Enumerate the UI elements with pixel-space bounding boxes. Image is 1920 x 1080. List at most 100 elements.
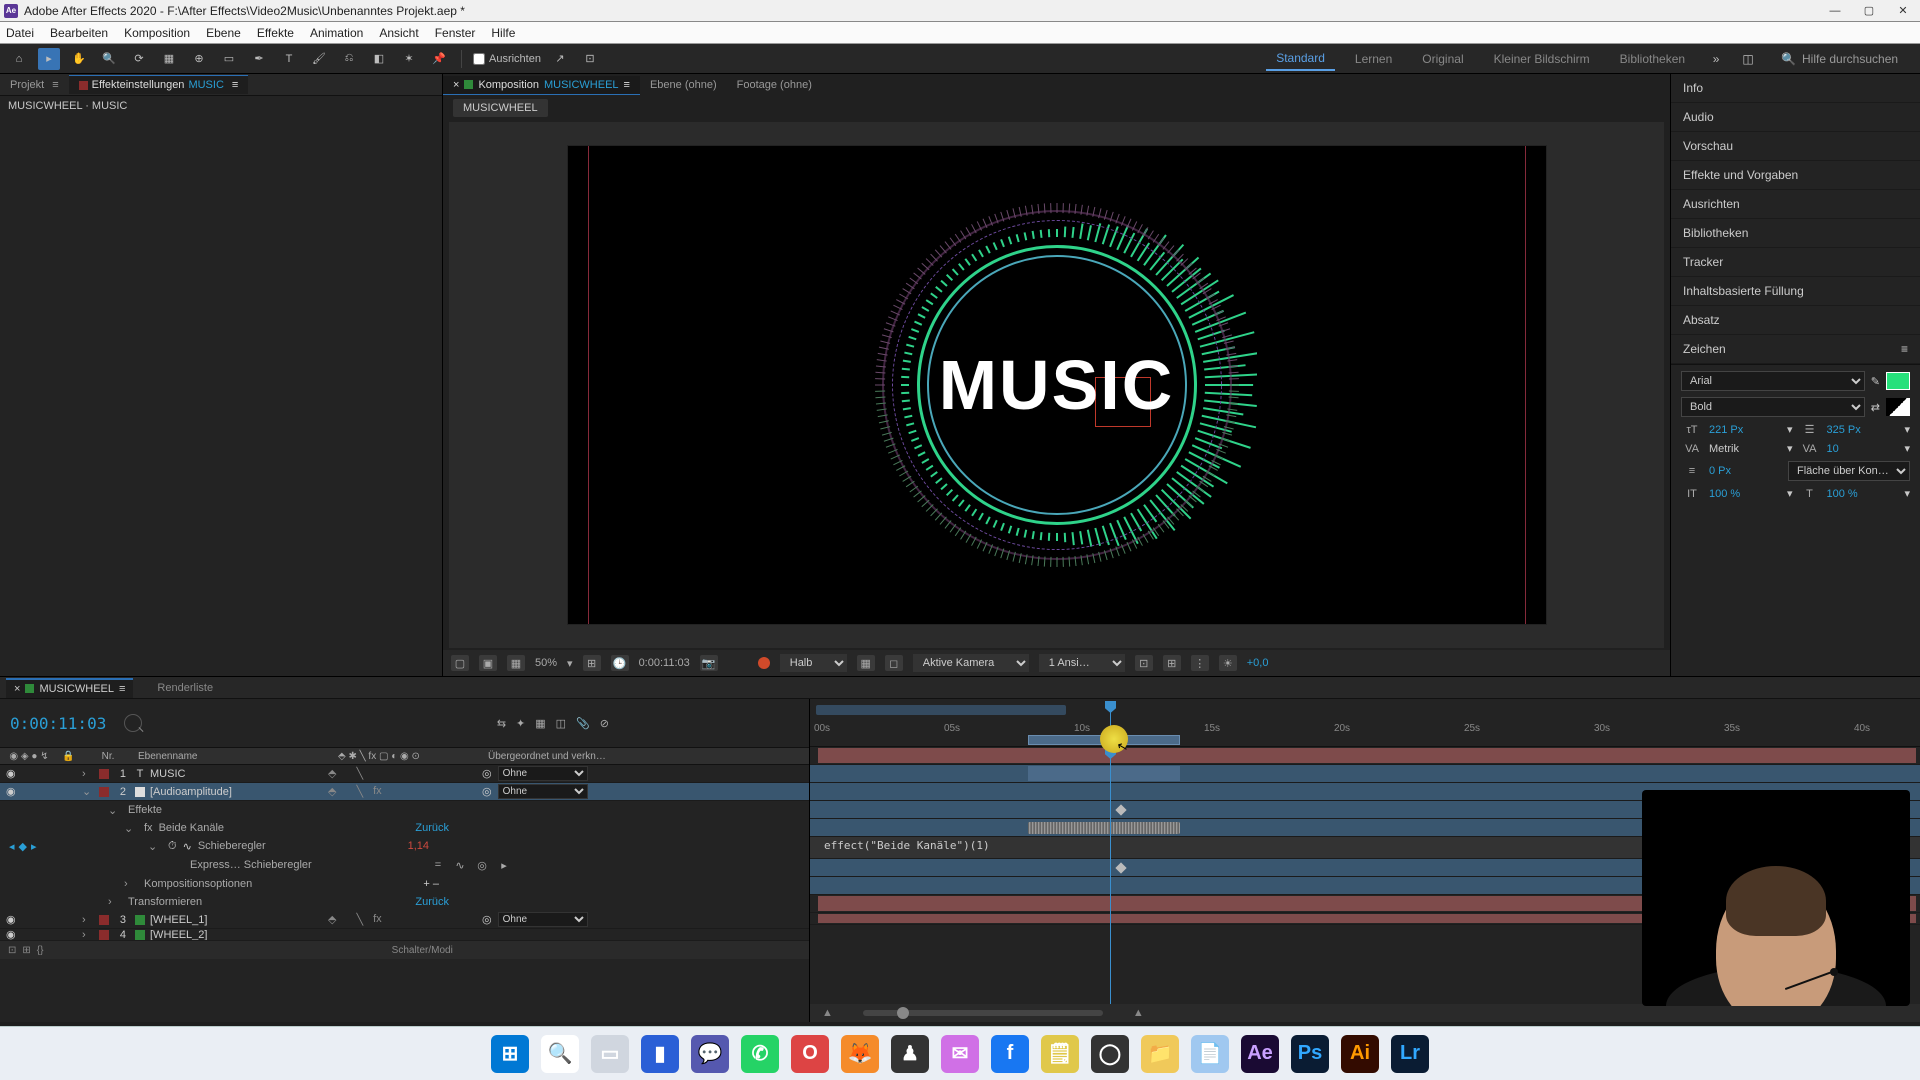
- minimize-button[interactable]: —: [1828, 4, 1842, 18]
- align-checkbox[interactable]: Ausrichten: [473, 53, 541, 65]
- keyframe-icon[interactable]: [1115, 804, 1126, 815]
- snap-icon[interactable]: ↗: [549, 48, 571, 70]
- taskbar-ps[interactable]: Ps: [1291, 1035, 1329, 1073]
- track-1[interactable]: [810, 747, 1920, 765]
- taskbar-facebook[interactable]: f: [991, 1035, 1029, 1073]
- expand-icon[interactable]: ›: [82, 929, 96, 941]
- menu-ebene[interactable]: Ebene: [206, 26, 241, 40]
- hdr-icon-2[interactable]: ✦: [516, 717, 525, 730]
- time-ruler[interactable]: 00s 05s 10s 15s 20s 25s 30s 35s 40s: [810, 723, 1920, 739]
- panel-tracker[interactable]: Tracker: [1671, 248, 1920, 277]
- track-2[interactable]: [810, 765, 1920, 783]
- slider-value[interactable]: 1,14: [408, 840, 429, 852]
- tab-ebene[interactable]: Ebene (ohne): [640, 76, 727, 94]
- taskbar-app1[interactable]: ▮: [641, 1035, 679, 1073]
- pen-tool-icon[interactable]: ✒: [248, 48, 270, 70]
- font-family-select[interactable]: Arial: [1681, 371, 1865, 391]
- tl-f-icon3[interactable]: {}: [37, 945, 44, 956]
- taskbar-obs[interactable]: ◯: [1091, 1035, 1129, 1073]
- search-help-field[interactable]: Hilfe durchsuchen: [1802, 52, 1912, 66]
- hdr-icon-1[interactable]: ⇆: [497, 717, 506, 730]
- tl-f-icon1[interactable]: ⊡: [8, 945, 16, 956]
- vf-icon-2[interactable]: ▣: [479, 655, 497, 671]
- selection-tool-icon[interactable]: ▸: [38, 48, 60, 70]
- layer-row-4[interactable]: ◉ › 4 [WHEEL_2]: [0, 929, 809, 941]
- prop-effects[interactable]: ⌄Effekte: [0, 801, 809, 819]
- expression-row[interactable]: Express… Schieberegler = ∿ ◎ ▸: [0, 855, 809, 875]
- menu-bearbeiten[interactable]: Bearbeiten: [50, 26, 108, 40]
- hdr-icon-6[interactable]: ⊘: [600, 717, 609, 730]
- kerning-value[interactable]: Metrik: [1709, 443, 1781, 455]
- menu-komposition[interactable]: Komposition: [124, 26, 190, 40]
- taskbar-explorer[interactable]: 📁: [1141, 1035, 1179, 1073]
- roto-tool-icon[interactable]: ✶: [398, 48, 420, 70]
- taskbar-start[interactable]: ⊞: [491, 1035, 529, 1073]
- expand-icon[interactable]: ⌄: [82, 785, 96, 798]
- layer-color[interactable]: [99, 787, 109, 797]
- layer-name[interactable]: [Audioamplitude]: [148, 786, 326, 798]
- tl-f-icon2[interactable]: ⊞: [22, 945, 30, 956]
- vf-res-icon[interactable]: ⊞: [583, 655, 601, 671]
- ws-kleiner[interactable]: Kleiner Bildschirm: [1484, 48, 1600, 70]
- parent-select[interactable]: Ohne: [498, 912, 588, 927]
- graph-icon[interactable]: ∿: [183, 840, 192, 853]
- taskbar-teams[interactable]: 💬: [691, 1035, 729, 1073]
- tab-projekt[interactable]: Projekt≡: [0, 76, 69, 94]
- font-style-select[interactable]: Bold: [1681, 397, 1865, 417]
- zoom-tool-icon[interactable]: 🔍: [98, 48, 120, 70]
- keyframe-icon[interactable]: [1115, 862, 1126, 873]
- taskbar-ae[interactable]: Ae: [1241, 1035, 1279, 1073]
- timeline-tab-musicwheel[interactable]: ×MUSICWHEEL≡: [6, 678, 133, 698]
- ws-standard[interactable]: Standard: [1266, 47, 1335, 71]
- expression-text[interactable]: effect("Beide Kanäle")(1): [824, 839, 990, 852]
- vscale-value[interactable]: 100 %: [1709, 488, 1781, 500]
- composition-viewer[interactable]: MUSIC: [449, 122, 1664, 648]
- visibility-icon[interactable]: ◉: [6, 767, 16, 780]
- layer-name[interactable]: [WHEEL_2]: [148, 929, 326, 941]
- ws-lernen[interactable]: Lernen: [1345, 48, 1402, 70]
- menu-effekte[interactable]: Effekte: [257, 26, 294, 40]
- vf-time-icon[interactable]: 🕒: [611, 655, 629, 671]
- layer-name[interactable]: MUSIC: [148, 768, 326, 780]
- zoom-slider[interactable]: [863, 1010, 1103, 1016]
- visibility-icon[interactable]: ◉: [6, 929, 16, 941]
- stamp-tool-icon[interactable]: ⎌: [338, 48, 360, 70]
- taskbar-whatsapp[interactable]: ✆: [741, 1035, 779, 1073]
- font-size-value[interactable]: 221 Px: [1709, 424, 1781, 436]
- prop-transform[interactable]: ›Transformieren Zurück: [0, 893, 809, 911]
- vf-alpha-icon[interactable]: ▦: [857, 655, 875, 671]
- ws-original[interactable]: Original: [1412, 48, 1473, 70]
- taskbar-opera[interactable]: O: [791, 1035, 829, 1073]
- taskbar-search[interactable]: 🔍: [541, 1035, 579, 1073]
- menu-fenster[interactable]: Fenster: [435, 26, 476, 40]
- visibility-icon[interactable]: ◉: [6, 785, 16, 798]
- tab-effekteinstellungen[interactable]: Effekteinstellungen MUSIC ≡: [69, 75, 249, 94]
- eraser-tool-icon[interactable]: ◧: [368, 48, 390, 70]
- menu-ansicht[interactable]: Ansicht: [379, 26, 418, 40]
- views-select[interactable]: 1 Ansi…: [1039, 654, 1125, 672]
- layer-color[interactable]: [99, 769, 109, 779]
- vf-i1-icon[interactable]: ⊡: [1135, 655, 1153, 671]
- parent-select[interactable]: Ohne: [498, 784, 588, 799]
- panel-info[interactable]: Info: [1671, 74, 1920, 103]
- stopwatch-icon[interactable]: ⏱: [168, 840, 177, 853]
- close-button[interactable]: ✕: [1896, 4, 1910, 18]
- vf-mask-icon[interactable]: ◻: [885, 655, 903, 671]
- visibility-icon[interactable]: ◉: [6, 913, 16, 926]
- layer-row-1[interactable]: ◉ › 1 T MUSIC ⬘╲ ◎Ohne: [0, 765, 809, 783]
- tab-footage[interactable]: Footage (ohne): [727, 76, 822, 94]
- expr-menu-icon[interactable]: ▸: [497, 859, 511, 872]
- pickwhip-icon[interactable]: ◎: [482, 913, 492, 926]
- hscale-value[interactable]: 100 %: [1827, 488, 1899, 500]
- playhead-line[interactable]: [1110, 747, 1111, 1004]
- panel-ausrichten[interactable]: Ausrichten: [1671, 190, 1920, 219]
- ws-layout-icon[interactable]: ◫: [1737, 48, 1759, 70]
- vf-icon-1[interactable]: ▢: [451, 655, 469, 671]
- type-tool-icon[interactable]: T: [278, 48, 300, 70]
- exposure-value[interactable]: +0,0: [1247, 657, 1269, 669]
- fill-color-swatch[interactable]: [1886, 372, 1910, 390]
- layer-search-icon[interactable]: [124, 714, 142, 732]
- layer-name[interactable]: [WHEEL_1]: [148, 914, 326, 926]
- prop-slider[interactable]: ◂◆▸ ⌄ ⏱ ∿ Schieberegler 1,14: [0, 837, 809, 855]
- panel-bibliotheken[interactable]: Bibliotheken: [1671, 219, 1920, 248]
